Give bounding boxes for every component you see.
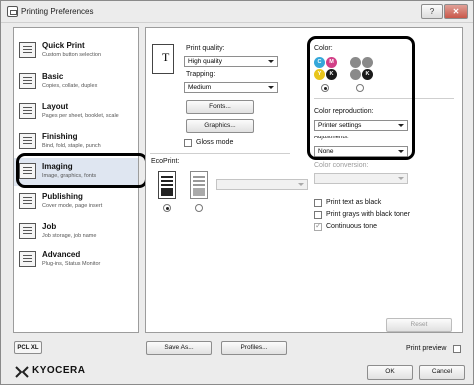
color-conversion-label: Color conversion: xyxy=(314,162,369,169)
trapping-label: Trapping: xyxy=(186,71,216,78)
sidebar-item-subtitle: Job storage, job name xyxy=(42,233,97,239)
sidebar-item-title: Basic xyxy=(42,72,64,81)
pdl-label: PCL XL xyxy=(14,341,42,354)
ecoprint-on-radio[interactable] xyxy=(195,204,203,212)
sidebar-item-publishing[interactable]: Publishing Cover mode, page insert xyxy=(14,188,138,216)
ecoprint-off-icon xyxy=(158,171,176,199)
sidebar-item-subtitle: Plug-ins, Status Monitor xyxy=(42,261,101,267)
job-icon xyxy=(19,223,36,239)
print-quality-label: Print quality: xyxy=(186,45,225,52)
sidebar-item-subtitle: Cover mode, page insert xyxy=(42,203,103,209)
ecoprint-on-icon xyxy=(190,171,208,199)
ecoprint-off-radio[interactable] xyxy=(163,204,171,212)
chevron-down-icon xyxy=(268,86,274,89)
sidebar-item-title: Publishing xyxy=(42,192,83,201)
ok-button[interactable]: OK xyxy=(367,365,413,380)
sidebar-item-subtitle: Pages per sheet, booklet, scale xyxy=(42,113,119,119)
sidebar-item-subtitle: Bind, fold, staple, punch xyxy=(42,143,101,149)
quick-print-icon xyxy=(19,42,36,58)
sidebar-item-title: Finishing xyxy=(42,132,78,141)
sidebar-item-title: Advanced xyxy=(42,250,81,259)
brand-logo-text: KYOCERA xyxy=(32,365,86,376)
fonts-button[interactable]: Fonts... xyxy=(186,100,254,114)
print-text-as-black-label: Print text as black xyxy=(326,199,382,206)
chevron-down-icon xyxy=(398,177,404,180)
print-quality-icon: T xyxy=(152,44,174,74)
section-divider xyxy=(150,153,290,154)
sidebar-item-basic[interactable]: Basic Copies, collate, duplex xyxy=(14,68,138,96)
sidebar-item-layout[interactable]: Layout Pages per sheet, booklet, scale xyxy=(14,98,138,126)
sidebar-item-advanced[interactable]: Advanced Plug-ins, Status Monitor xyxy=(14,246,138,274)
imaging-callout-ring xyxy=(16,153,148,188)
print-quality-value: High quality xyxy=(188,58,222,65)
sidebar-item-title: Job xyxy=(42,222,57,231)
sidebar-item-title: Quick Print xyxy=(42,41,85,50)
printing-preferences-window: Printing Preferences ? ✕ Quick Print Cus… xyxy=(0,0,474,385)
sidebar-item-subtitle: Custom button selection xyxy=(42,52,102,58)
print-quality-select[interactable]: High quality xyxy=(184,56,278,67)
help-button[interactable]: ? xyxy=(421,4,443,19)
sidebar-item-job[interactable]: Job Job storage, job name xyxy=(14,218,138,246)
sidebar-item-title: Layout xyxy=(42,102,69,111)
finishing-icon xyxy=(19,133,36,149)
basic-icon xyxy=(19,73,36,89)
close-button[interactable]: ✕ xyxy=(444,4,468,19)
sidebar-item-quick-print[interactable]: Quick Print Custom button selection xyxy=(14,37,138,65)
gloss-mode-label: Gloss mode xyxy=(196,139,234,146)
cancel-button[interactable]: Cancel xyxy=(419,365,465,380)
kyocera-logo-icon xyxy=(15,366,29,378)
trapping-select[interactable]: Medium xyxy=(184,82,278,93)
title-bar: Printing Preferences ? ✕ xyxy=(1,1,473,23)
gloss-mode-checkbox[interactable] xyxy=(184,139,192,147)
print-grays-black-label: Print grays with black toner xyxy=(326,211,411,218)
print-preview-checkbox[interactable] xyxy=(453,345,461,353)
print-preview-label: Print preview xyxy=(406,345,447,352)
print-text-as-black-checkbox[interactable] xyxy=(314,199,322,207)
window-title: Printing Preferences xyxy=(21,7,94,16)
ecoprint-select[interactable] xyxy=(216,179,308,190)
print-grays-black-checkbox[interactable] xyxy=(314,211,322,219)
layout-icon xyxy=(19,103,36,119)
sidebar-item-subtitle: Copies, collate, duplex xyxy=(42,83,98,89)
graphics-button[interactable]: Graphics... xyxy=(186,119,254,133)
ecoprint-label: EcoPrint: xyxy=(151,158,180,165)
imaging-panel: T Print quality: High quality Trapping: … xyxy=(145,27,463,333)
reset-button[interactable]: Reset xyxy=(386,318,452,332)
save-as-button[interactable]: Save As... xyxy=(146,341,212,355)
color-conversion-select[interactable] xyxy=(314,173,408,184)
color-callout-ring xyxy=(307,36,415,160)
continuous-tone-label: Continuous tone xyxy=(326,223,377,230)
chevron-down-icon xyxy=(268,60,274,63)
printer-icon xyxy=(7,6,18,17)
advanced-icon xyxy=(19,251,36,267)
trapping-value: Medium xyxy=(188,84,212,91)
publishing-icon xyxy=(19,193,36,209)
sidebar-item-finishing[interactable]: Finishing Bind, fold, staple, punch xyxy=(14,128,138,156)
profiles-button[interactable]: Profiles... xyxy=(221,341,287,355)
chevron-down-icon xyxy=(298,183,304,186)
continuous-tone-checkbox[interactable] xyxy=(314,221,322,231)
